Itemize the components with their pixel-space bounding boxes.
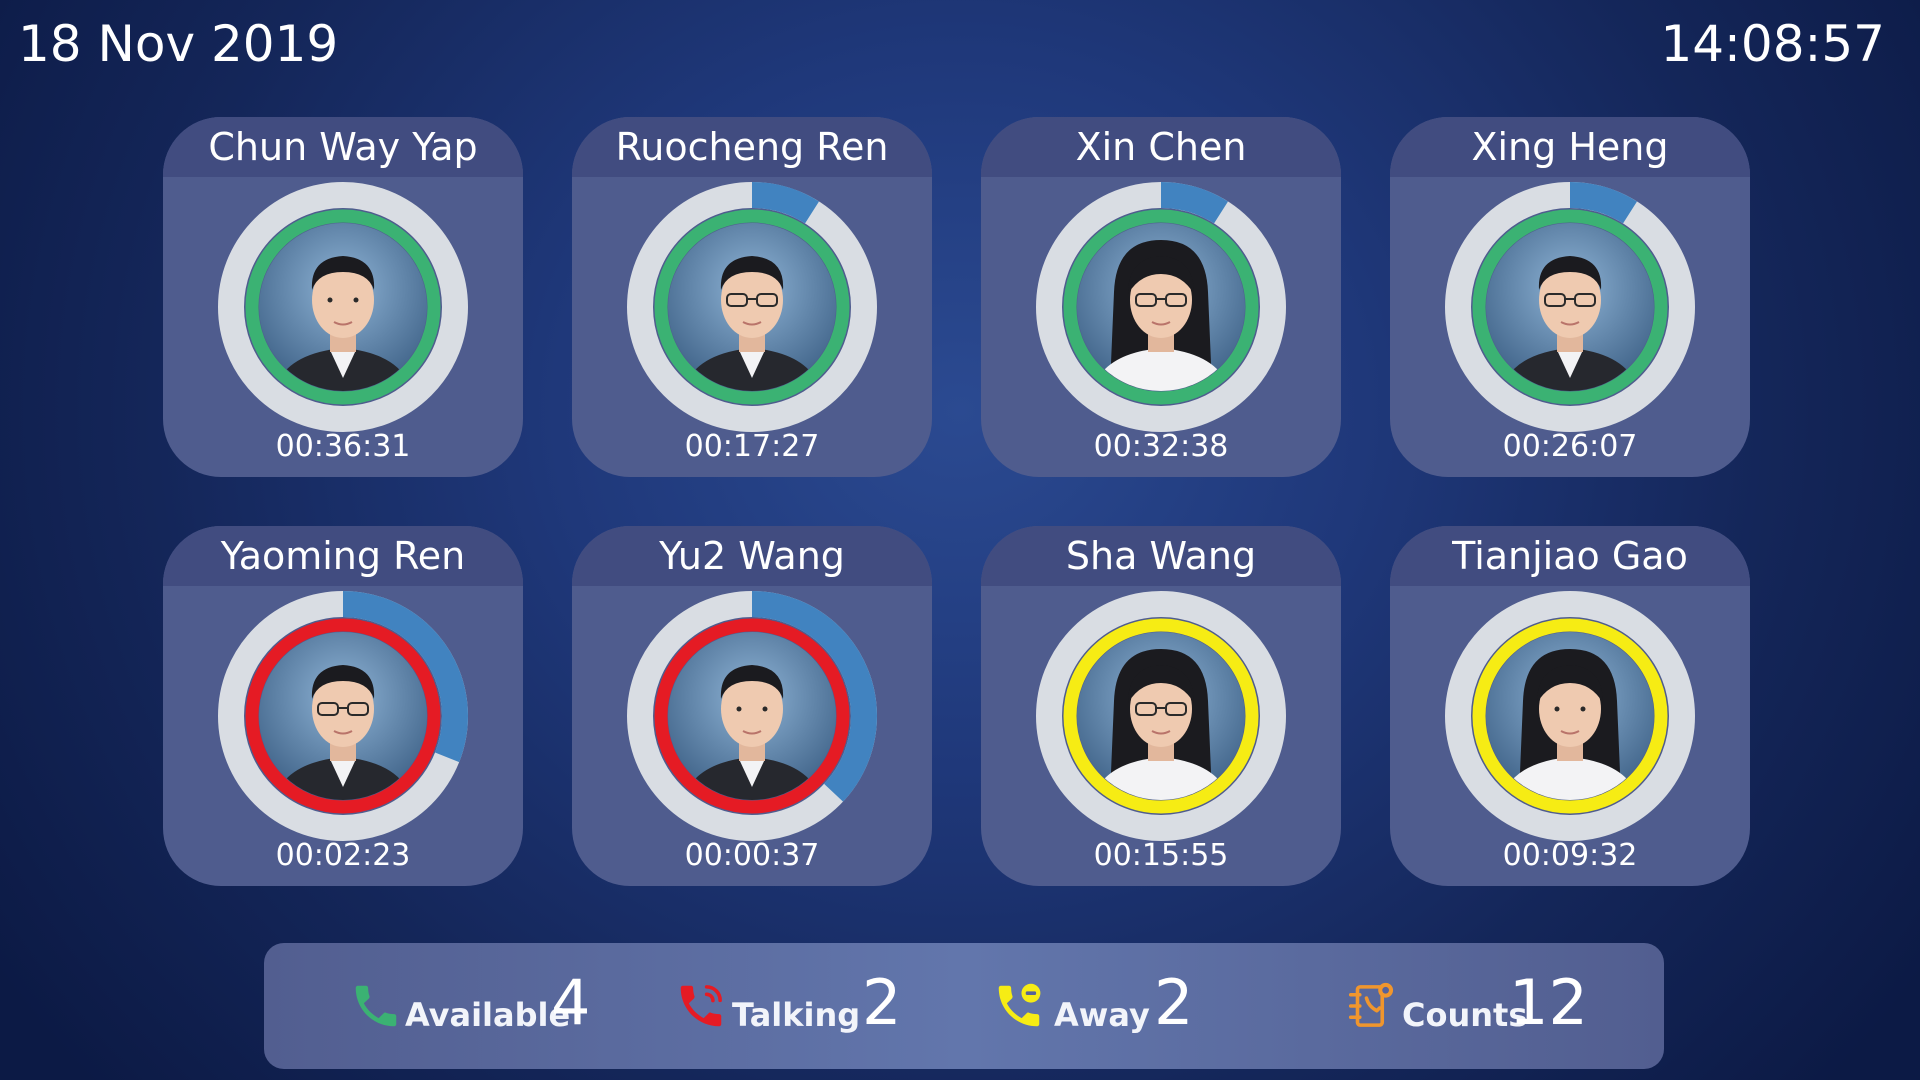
agent-card-header: Xing Heng (1390, 117, 1750, 177)
agent-timer: 00:02:23 (275, 838, 411, 873)
status-summary-bar: Available 4 Talking 2 Away 2 Counts 12 (264, 943, 1664, 1069)
agent-name: Chun Way Yap (208, 125, 478, 169)
agent-card-header: Tianjiao Gao (1390, 526, 1750, 586)
agent-name: Tianjiao Gao (1452, 534, 1688, 578)
agent-timer: 00:00:37 (684, 838, 820, 873)
stat-away-label: Away (1054, 996, 1150, 1034)
stat-available-label: Available (405, 996, 571, 1034)
agent-timer: 00:09:32 (1502, 838, 1638, 873)
phone-ringing-icon (680, 985, 722, 1027)
stat-talking[interactable]: Talking 2 (674, 943, 914, 1069)
stat-counts-count: 12 (1509, 966, 1588, 1039)
agent-name: Yaoming Ren (220, 534, 466, 578)
stat-counts[interactable]: Counts 12 (1344, 943, 1604, 1069)
agent-status-ring (1036, 591, 1286, 841)
agent-card-header: Chun Way Yap (163, 117, 523, 177)
stat-available[interactable]: Available 4 (349, 943, 591, 1069)
agent-status-ring (1445, 182, 1695, 432)
agent-card[interactable]: Sha Wang 00:15:55 (981, 526, 1341, 886)
agent-timer: 00:17:27 (684, 429, 820, 464)
agent-timer: 00:36:31 (275, 429, 411, 464)
phone-away-icon (998, 983, 1041, 1027)
agent-status-ring (218, 182, 468, 432)
date-display: 18 Nov 2019 (18, 15, 339, 73)
stat-away-count: 2 (1154, 966, 1194, 1039)
agent-card[interactable]: Ruocheng Ren 00:17:27 (572, 117, 932, 477)
stat-available-count: 4 (551, 966, 591, 1039)
agent-card[interactable]: Yaoming Ren 00:02:23 (163, 526, 523, 886)
agent-card-header: Xin Chen (981, 117, 1341, 177)
agent-card[interactable]: Tianjiao Gao 00:09:32 (1390, 526, 1750, 886)
agent-card[interactable]: Chun Way Yap 00:36:31 (163, 117, 523, 477)
agent-card-header: Sha Wang (981, 526, 1341, 586)
agent-card-header: Yaoming Ren (163, 526, 523, 586)
agent-card[interactable]: Xin Chen 00:32:38 (981, 117, 1341, 477)
agent-name: Sha Wang (1065, 534, 1257, 578)
phone-book-icon (1348, 982, 1394, 1027)
agent-status-ring (1036, 182, 1286, 432)
agent-timer: 00:26:07 (1502, 429, 1638, 464)
agent-name: Ruocheng Ren (615, 125, 889, 169)
time-display: 14:08:57 (1660, 15, 1885, 73)
agent-name: Xin Chen (1075, 125, 1247, 169)
agent-card-header: Yu2 Wang (572, 526, 932, 586)
agent-card[interactable]: Xing Heng 00:26:07 (1390, 117, 1750, 477)
phone-icon (355, 985, 397, 1027)
agent-name: Xing Heng (1471, 125, 1669, 169)
agent-status-ring (1445, 591, 1695, 841)
stat-away[interactable]: Away 2 (992, 943, 1232, 1069)
agent-card[interactable]: Yu2 Wang 00:00:37 (572, 526, 932, 886)
agent-card-header: Ruocheng Ren (572, 117, 932, 177)
stat-talking-label: Talking (732, 996, 861, 1034)
agent-status-ring (627, 591, 877, 841)
agent-grid: Chun Way Yap 00:36:31 Ruocheng Ren 00:17… (163, 117, 1750, 886)
agent-timer: 00:15:55 (1093, 838, 1229, 873)
stat-talking-count: 2 (862, 966, 902, 1039)
agent-status-ring (627, 182, 877, 432)
agent-name: Yu2 Wang (659, 534, 845, 578)
agent-timer: 00:32:38 (1093, 429, 1229, 464)
agent-status-ring (218, 591, 468, 841)
